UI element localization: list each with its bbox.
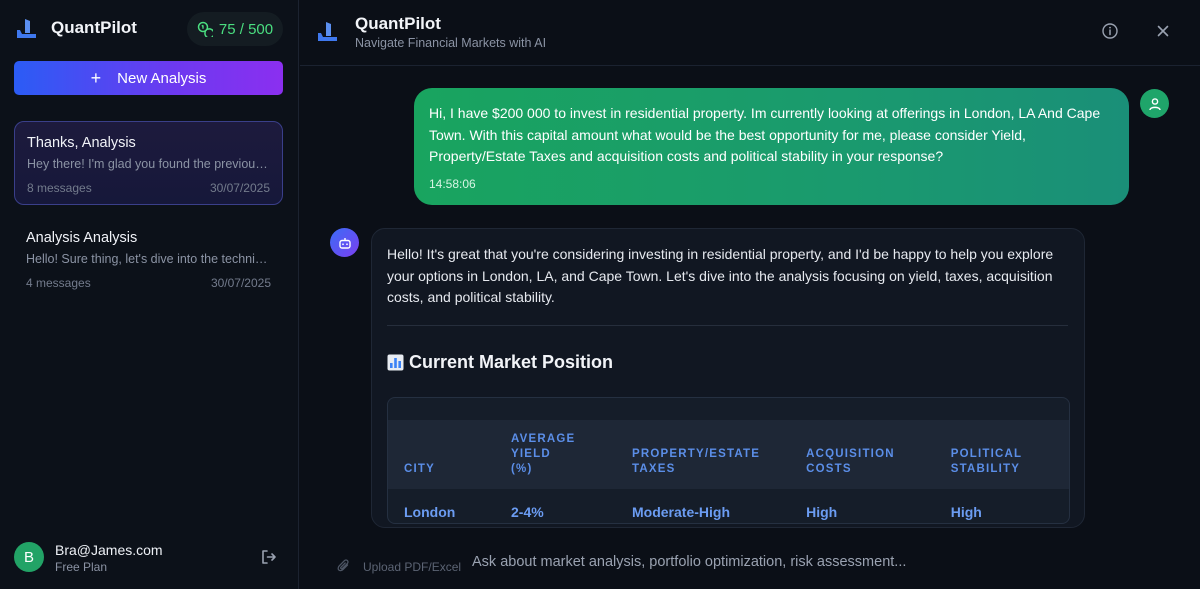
conversation-snippet: Hello! Sure thing, let's dive into the t…: [26, 252, 271, 266]
credits-text: 75 / 500: [218, 20, 274, 38]
user-avatar-icon: [1140, 89, 1169, 118]
assistant-avatar-icon: [330, 228, 359, 257]
new-analysis-label: New Analysis: [117, 69, 207, 87]
section-heading: Current Market Position: [387, 352, 1068, 373]
table-cell: High: [950, 504, 982, 520]
conversation-count: 8 messages: [27, 181, 92, 195]
user-email: Bra@James.com: [55, 542, 163, 558]
conversation-meta: 4 messages 30/07/2025: [26, 276, 271, 290]
conversation-title: Analysis Analysis: [26, 230, 138, 246]
chat-header: QuantPilot Navigate Financial Markets wi…: [300, 0, 1200, 66]
market-table: CITY AVERAGE YIELD (%) PROPERTY/ESTATE T…: [387, 396, 1070, 524]
user-message-bubble: Hi, I have $200 000 to invest in residen…: [414, 88, 1129, 205]
coins-icon: [197, 21, 213, 37]
new-analysis-button[interactable]: + New Analysis: [14, 61, 283, 95]
table-cell: Moderate-High: [632, 504, 730, 520]
table-cell: High: [806, 504, 838, 520]
bot-icon: [338, 237, 351, 249]
quantpilot-logo-icon: [17, 19, 36, 38]
conversation-snippet: Hey there! I'm glad you found the previo…: [27, 157, 270, 171]
conversation-count: 4 messages: [26, 276, 91, 290]
info-icon[interactable]: [1101, 22, 1119, 40]
section-heading-text: Current Market Position: [409, 351, 614, 372]
sidebar: QuantPilot 75 / 500 + New Analysis Thank…: [0, 0, 299, 589]
brand-name: QuantPilot: [51, 18, 137, 37]
bar-chart-icon: [387, 354, 404, 370]
table-header-row: CITY AVERAGE YIELD (%) PROPERTY/ESTATE T…: [388, 419, 1069, 489]
quantpilot-logo-icon: [318, 22, 337, 41]
avatar: B: [14, 542, 44, 572]
column-header: AVERAGE YIELD (%): [511, 432, 576, 475]
column-header: CITY: [404, 462, 435, 475]
conversation-date: 30/07/2025: [209, 181, 270, 195]
user-message-text: Hi, I have $200 000 to invest in residen…: [429, 105, 1101, 164]
chat-input[interactable]: [472, 548, 1112, 576]
close-icon[interactable]: [1154, 22, 1172, 40]
table-cell: 2-4%: [511, 504, 544, 520]
column-header: PROPERTY/ESTATE TAXES: [632, 447, 761, 475]
logout-icon[interactable]: [260, 548, 278, 566]
conversation-meta: 8 messages 30/07/2025: [27, 181, 270, 195]
composer: Upload PDF/Excel: [300, 540, 1200, 589]
user-profile: B Bra@James.com Free Plan: [14, 542, 284, 574]
user-plan: Free Plan: [55, 560, 108, 574]
conversation-item-active[interactable]: Thanks, Analysis Hey there! I'm glad you…: [14, 121, 283, 205]
user-icon: [1148, 97, 1161, 110]
message-timestamp: 14:58:06: [429, 176, 476, 191]
assistant-message-text: Hello! It's great that you're considerin…: [387, 246, 1054, 305]
paperclip-icon[interactable]: [336, 558, 352, 574]
assistant-message-bubble: Hello! It's great that you're considerin…: [371, 228, 1085, 528]
conversation-item[interactable]: Analysis Analysis Hello! Sure thing, let…: [14, 217, 283, 301]
table-cell: London: [404, 504, 456, 520]
page-title: QuantPilot: [355, 14, 441, 33]
page-subtitle: Navigate Financial Markets with AI: [355, 36, 547, 50]
upload-button[interactable]: Upload PDF/Excel: [363, 560, 461, 574]
credits-badge: 75 / 500: [187, 12, 283, 46]
table-row: London 2-4% Moderate-High High High: [388, 489, 1069, 523]
plus-icon: +: [90, 68, 102, 88]
chat-panel: QuantPilot Navigate Financial Markets wi…: [300, 0, 1200, 589]
column-header: POLITICAL STABILITY: [950, 447, 1023, 475]
conversation-date: 30/07/2025: [210, 276, 271, 290]
conversation-title: Thanks, Analysis: [27, 135, 136, 151]
brand: QuantPilot: [16, 17, 137, 39]
column-header: ACQUISITION COSTS: [806, 447, 895, 475]
divider: [387, 324, 1068, 326]
